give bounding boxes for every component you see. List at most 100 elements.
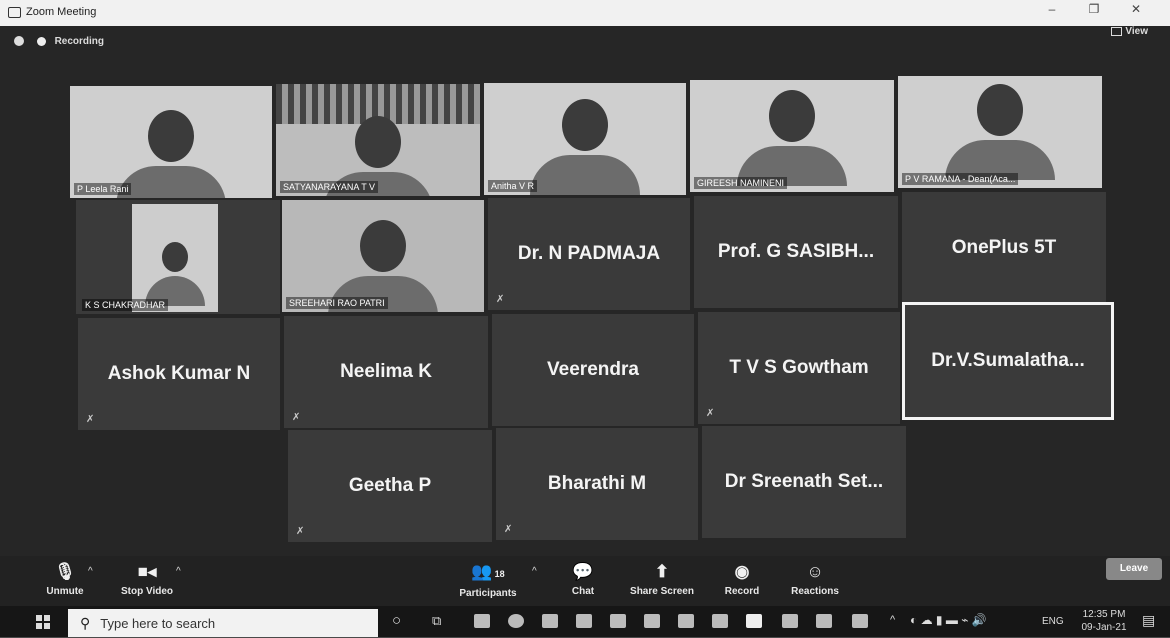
muted-mic-icon: ✗	[296, 526, 305, 537]
grid-view-icon	[1111, 26, 1123, 36]
participants-count: 18	[494, 569, 505, 579]
participant-name: Bharathi M	[547, 473, 647, 494]
participant-name-label: P V RAMANA - Dean(Aca...	[902, 173, 1019, 185]
video-tile[interactable]: Anitha V R	[484, 83, 686, 195]
participant-tile[interactable]: OnePlus 5T	[902, 192, 1106, 304]
window-titlebar: Zoom Meeting – ❐ ✕	[0, 0, 1170, 26]
video-tile[interactable]: P V RAMANA - Dean(Aca...	[898, 76, 1102, 188]
video-tile[interactable]: SREEHARI RAO PATRI	[282, 200, 484, 312]
search-icon: ⚲	[80, 615, 91, 631]
record-button[interactable]: ◉ Record	[720, 556, 764, 597]
store-icon[interactable]	[610, 614, 626, 628]
security-icon[interactable]	[678, 614, 694, 628]
video-camera-icon: ■◂	[137, 562, 157, 581]
muted-mic-icon: ✗	[86, 414, 95, 425]
notifications-icon[interactable]: ▤	[1142, 612, 1155, 629]
participant-tile[interactable]: Bharathi M ✗	[496, 428, 698, 540]
participant-name: Prof. G SASIBH...	[717, 241, 875, 262]
participant-name: Dr Sreenath Set...	[724, 471, 884, 492]
edge-browser-icon[interactable]	[508, 614, 524, 628]
pdf-reader-icon[interactable]	[712, 614, 728, 628]
participant-tile[interactable]: Prof. G SASIBH...	[694, 196, 898, 308]
zoom-app-icon	[8, 7, 21, 18]
muted-mic-icon: ✗	[504, 524, 513, 535]
participant-video	[945, 84, 1055, 180]
stop-video-label: Stop Video	[120, 586, 174, 597]
muted-mic-icon: ✗	[292, 412, 301, 423]
participant-tile[interactable]: Veerendra	[492, 314, 694, 426]
video-options-caret-icon[interactable]: ^	[176, 566, 181, 577]
view-button[interactable]: View	[1111, 26, 1148, 37]
document-icon[interactable]	[816, 614, 832, 628]
language-indicator[interactable]: ENG	[1042, 616, 1064, 627]
participant-tile[interactable]: Dr. N PADMAJA ✗	[488, 198, 690, 310]
search-placeholder: Type here to search	[100, 616, 216, 631]
leave-button[interactable]: Leave	[1106, 558, 1162, 580]
muted-mic-icon: ✗	[706, 408, 715, 419]
view-label: View	[1125, 26, 1148, 37]
share-screen-button[interactable]: ⬆ Share Screen	[626, 556, 698, 597]
meeting-toolbar: 🎙 Unmute ^ ■◂ Stop Video ^ 👥 18 Participa…	[0, 556, 1170, 606]
app-icon[interactable]	[782, 614, 798, 628]
mail-icon[interactable]	[576, 614, 592, 628]
participants-label: Participants	[459, 588, 517, 599]
clock-time: 12:35 PM	[1082, 609, 1126, 620]
active-speaker-tile[interactable]: Dr.V.Sumalatha...	[902, 302, 1114, 420]
participants-caret-icon[interactable]: ^	[532, 566, 537, 577]
participant-tile[interactable]: Geetha P ✗	[288, 430, 492, 542]
tray-expand-icon[interactable]: ^	[890, 614, 895, 626]
recording-indicator: Recording	[14, 36, 104, 47]
unmute-label: Unmute	[46, 586, 84, 597]
participant-name-label: P Leela Rani	[74, 183, 132, 195]
close-button[interactable]: ✕	[1116, 0, 1156, 20]
video-tile[interactable]: K S CHAKRADHAR	[76, 200, 280, 314]
window-title: Zoom Meeting	[26, 6, 97, 18]
participant-video	[116, 110, 226, 198]
tray-icons[interactable]: ◐ ☁ ▮ ▬ ⌁ 🔊	[910, 613, 987, 627]
record-icon: ◉	[734, 562, 750, 581]
participant-name-label: SATYANARAYANA T V	[280, 181, 379, 193]
minimize-button[interactable]: –	[1032, 0, 1072, 20]
app-icon[interactable]	[542, 614, 558, 628]
participant-tile[interactable]: Ashok Kumar N ✗	[78, 318, 280, 430]
participant-name: Veerendra	[547, 359, 639, 380]
share-screen-icon: ⬆	[654, 562, 670, 581]
file-explorer-icon[interactable]	[474, 614, 490, 628]
participant-tile[interactable]: Dr Sreenath Set...	[702, 426, 906, 538]
participant-video	[132, 204, 218, 312]
participant-name-label: Anitha V R	[488, 180, 538, 192]
windows-start-icon[interactable]	[36, 615, 50, 629]
record-label: Record	[724, 586, 760, 597]
zoom-taskbar-icon[interactable]	[746, 614, 762, 628]
participant-name-label: GIREESH NAMINENI	[694, 177, 788, 189]
photos-icon[interactable]	[644, 614, 660, 628]
video-tile[interactable]: P Leela Rani	[70, 86, 272, 198]
video-tile[interactable]: SATYANARAYANA T V	[276, 84, 480, 196]
participant-name: Geetha P	[348, 475, 432, 496]
shield-icon[interactable]	[14, 36, 24, 47]
share-screen-label: Share Screen	[630, 586, 694, 597]
reactions-button[interactable]: ☺ Reactions	[786, 556, 844, 597]
chat-button[interactable]: 💬 Chat	[566, 556, 600, 597]
cortana-icon[interactable]: ○	[392, 612, 401, 629]
participants-icon: 👥 18	[471, 562, 505, 581]
app-icon[interactable]	[852, 614, 868, 628]
audio-options-caret-icon[interactable]: ^	[88, 566, 93, 577]
participants-button[interactable]: 👥 18 Participants	[456, 556, 520, 599]
participant-tile[interactable]: T V S Gowtham ✗	[698, 312, 900, 424]
participant-video	[737, 90, 847, 186]
participant-name-label: SREEHARI RAO PATRI	[286, 297, 388, 309]
chat-bubble-icon: 💬	[572, 562, 594, 581]
maximize-button[interactable]: ❐	[1074, 0, 1114, 20]
stop-video-button[interactable]: ■◂ Stop Video	[114, 556, 180, 597]
taskbar-search-box[interactable]: ⚲ Type here to search	[68, 609, 378, 637]
reactions-label: Reactions	[791, 586, 839, 597]
clock-date: 09-Jan-21	[1081, 622, 1127, 633]
clock[interactable]: 12:35 PM 09-Jan-21	[1074, 608, 1134, 634]
task-view-icon[interactable]: ⧉	[432, 613, 441, 629]
video-tile[interactable]: GIREESH NAMINENI	[690, 80, 894, 192]
participant-name: T V S Gowtham	[729, 357, 869, 378]
participant-name: Ashok Kumar N	[107, 363, 251, 384]
unmute-button[interactable]: 🎙 Unmute	[38, 556, 92, 597]
participant-tile[interactable]: Neelima K ✗	[284, 316, 488, 428]
